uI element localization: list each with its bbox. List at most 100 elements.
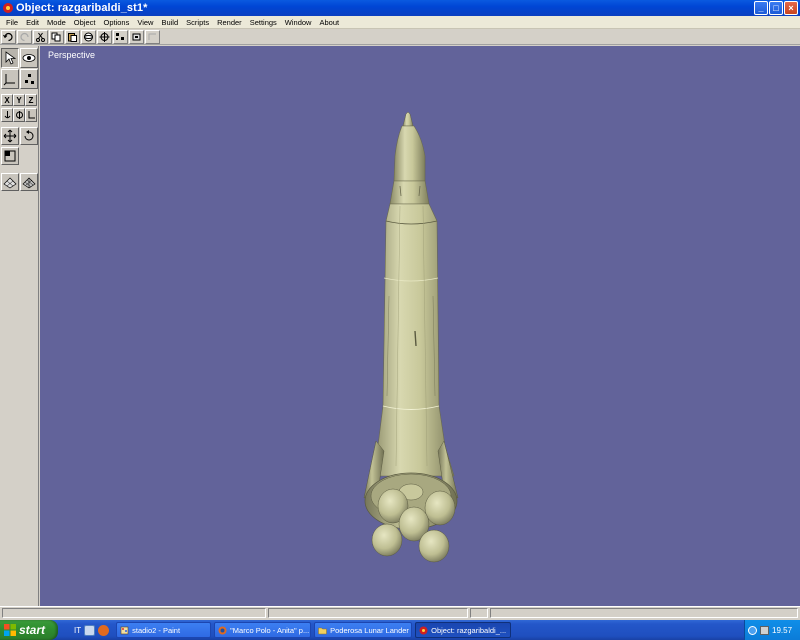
corner-icon (28, 111, 35, 119)
menu-file[interactable]: File (2, 18, 22, 27)
taskbar: start IT stadio2 - Paint "Marco Polo - A… (0, 620, 800, 640)
view-tool[interactable] (20, 48, 38, 68)
anchor-icon (4, 111, 10, 119)
points-button[interactable] (113, 29, 128, 44)
start-label: start (19, 623, 46, 637)
select-tool[interactable] (1, 48, 19, 68)
mesh-tool-2[interactable] (20, 173, 38, 191)
box-icon (132, 33, 141, 40)
scale-tool[interactable] (1, 147, 19, 165)
axis-y-label: Y (16, 95, 22, 105)
pointer-icon (5, 51, 16, 65)
mesh-icon (3, 177, 17, 189)
status-segment-1 (2, 608, 266, 618)
mesh-grid-icon (22, 177, 36, 189)
quick-launch: IT (58, 624, 113, 636)
rotate-icon (24, 130, 34, 141)
firefox-icon (218, 626, 227, 634)
language-indicator[interactable]: IT (74, 626, 81, 635)
minimize-button[interactable]: _ (754, 1, 768, 15)
show-desktop-icon[interactable] (84, 624, 96, 636)
paste-button[interactable] (65, 29, 80, 44)
rotate-tool[interactable] (20, 127, 38, 145)
clock[interactable]: 19.57 (772, 626, 792, 635)
paste-icon (68, 32, 77, 42)
status-segment-4 (490, 608, 798, 618)
vertex-icon (25, 74, 34, 84)
browser-icon[interactable] (98, 624, 110, 636)
axis-z-button[interactable]: Z (25, 94, 37, 106)
task-label-firefox: "Marco Polo - Anita" p... (230, 625, 310, 635)
close-button[interactable]: × (784, 1, 798, 15)
volume-icon[interactable] (760, 625, 769, 635)
windows-flag-icon (4, 624, 16, 636)
copy-button[interactable] (49, 29, 64, 44)
status-segment-2 (268, 608, 468, 618)
axis-x-button[interactable]: X (1, 94, 13, 106)
menu-window[interactable]: Window (281, 18, 316, 27)
axis-y-button[interactable]: Y (13, 94, 25, 106)
eye-icon (22, 54, 36, 62)
sphere-button[interactable] (81, 29, 96, 44)
target-button[interactable] (97, 29, 112, 44)
menu-options[interactable]: Options (99, 18, 133, 27)
tool-palette: X Y Z (0, 46, 39, 606)
task-label-object: Object: razgaribaldi_... (431, 625, 507, 635)
menu-view[interactable]: View (133, 18, 157, 27)
folder-icon (318, 627, 327, 634)
vertex-tool[interactable] (20, 69, 38, 89)
undo-icon (3, 32, 13, 41)
status-segment-3 (470, 608, 488, 618)
mesh-tool-1[interactable] (1, 173, 19, 191)
network-icon[interactable] (748, 625, 757, 635)
axes-tool[interactable] (1, 69, 19, 89)
menu-about[interactable]: About (315, 18, 343, 27)
menu-render[interactable]: Render (213, 18, 246, 27)
axes-icon (3, 74, 15, 86)
menu-scripts[interactable]: Scripts (182, 18, 213, 27)
task-button-folder[interactable]: Poderosa Lunar Lander (314, 622, 413, 638)
anchor-tool-2[interactable] (13, 108, 25, 122)
move-icon (3, 129, 17, 143)
anchor-tool-1[interactable] (1, 108, 13, 122)
object-app-icon (419, 626, 428, 634)
target-icon (99, 31, 110, 42)
scale-icon (4, 150, 16, 162)
task-button-firefox[interactable]: "Marco Polo - Anita" p... (214, 622, 312, 638)
disabled-button[interactable] (145, 29, 160, 44)
task-button-object[interactable]: Object: razgaribaldi_... (415, 622, 512, 638)
copy-icon (51, 32, 61, 41)
task-button-paint[interactable]: stadio2 - Paint (116, 622, 212, 638)
maximize-button[interactable]: □ (769, 1, 783, 15)
menu-mode[interactable]: Mode (43, 18, 70, 27)
menu-settings[interactable]: Settings (246, 18, 281, 27)
title-bar[interactable]: Object: razgaribaldi_st1* _ □ × (0, 0, 800, 16)
corner-tool[interactable] (25, 108, 37, 122)
menu-object[interactable]: Object (70, 18, 100, 27)
paint-icon (120, 626, 129, 634)
task-label-folder: Poderosa Lunar Lander (330, 625, 409, 635)
sphere-icon (84, 32, 93, 41)
rocket-model (363, 111, 459, 563)
axis-x-label: X (4, 95, 10, 105)
redo-icon (20, 32, 29, 41)
redo-button[interactable] (17, 29, 32, 44)
points-icon (116, 32, 124, 40)
system-tray: 19.57 (744, 620, 800, 640)
app-icon (3, 3, 13, 13)
disabled-icon (148, 33, 156, 40)
toolbar (0, 29, 800, 45)
move-tool[interactable] (1, 127, 19, 145)
menu-build[interactable]: Build (157, 18, 182, 27)
cut-icon (36, 32, 45, 42)
task-label-paint: stadio2 - Paint (132, 625, 181, 635)
window-title: Object: razgaribaldi_st1* (16, 2, 148, 14)
cut-button[interactable] (33, 29, 48, 44)
menu-edit[interactable]: Edit (22, 18, 43, 27)
menu-bar: File Edit Mode Object Options View Build… (0, 16, 800, 29)
undo-button[interactable] (1, 29, 16, 44)
box-button[interactable] (129, 29, 144, 44)
start-button[interactable]: start (0, 620, 58, 640)
perspective-viewport[interactable]: Perspective (40, 46, 800, 606)
anchor-circle-icon (15, 111, 23, 119)
